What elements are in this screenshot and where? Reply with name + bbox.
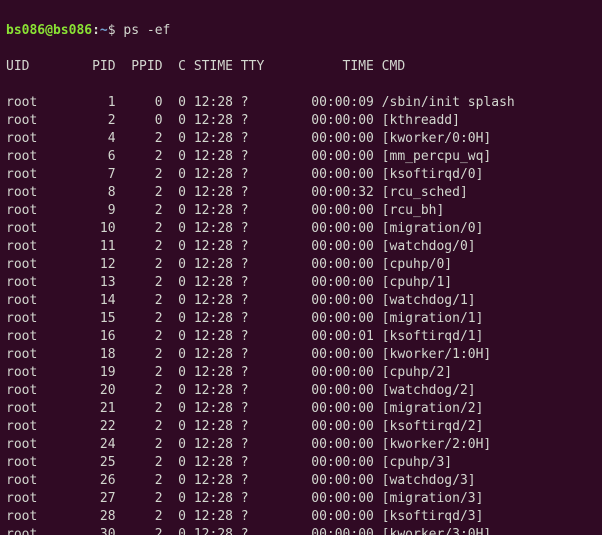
prompt-path: ~ [100, 23, 108, 38]
ps-row: root 2 0 0 12:28 ? 00:00:00 [kthreadd] [6, 112, 596, 130]
ps-row: root 6 2 0 12:28 ? 00:00:00 [mm_percpu_w… [6, 148, 596, 166]
ps-row: root 1 0 0 12:28 ? 00:00:09 /sbin/init s… [6, 94, 596, 112]
ps-row: root 11 2 0 12:28 ? 00:00:00 [watchdog/0… [6, 238, 596, 256]
prompt-separator: : [92, 23, 100, 38]
ps-row: root 18 2 0 12:28 ? 00:00:00 [kworker/1:… [6, 346, 596, 364]
ps-row: root 8 2 0 12:28 ? 00:00:32 [rcu_sched] [6, 184, 596, 202]
ps-row: root 13 2 0 12:28 ? 00:00:00 [cpuhp/1] [6, 274, 596, 292]
ps-row: root 12 2 0 12:28 ? 00:00:00 [cpuhp/0] [6, 256, 596, 274]
ps-row: root 9 2 0 12:28 ? 00:00:00 [rcu_bh] [6, 202, 596, 220]
ps-row: root 20 2 0 12:28 ? 00:00:00 [watchdog/2… [6, 382, 596, 400]
ps-row: root 25 2 0 12:28 ? 00:00:00 [cpuhp/3] [6, 454, 596, 472]
ps-row: root 24 2 0 12:28 ? 00:00:00 [kworker/2:… [6, 436, 596, 454]
ps-row: root 30 2 0 12:28 ? 00:00:00 [kworker/3:… [6, 526, 596, 535]
ps-output: root 1 0 0 12:28 ? 00:00:09 /sbin/init s… [6, 94, 596, 535]
ps-row: root 4 2 0 12:28 ? 00:00:00 [kworker/0:0… [6, 130, 596, 148]
ps-row: root 26 2 0 12:28 ? 00:00:00 [watchdog/3… [6, 472, 596, 490]
prompt-symbol: $ [108, 23, 116, 38]
typed-command: ps -ef [123, 23, 170, 38]
prompt-line: bs086@bs086:~$ ps -ef [6, 22, 596, 40]
terminal[interactable]: bs086@bs086:~$ ps -ef UID PID PPID C STI… [0, 0, 602, 535]
ps-row: root 10 2 0 12:28 ? 00:00:00 [migration/… [6, 220, 596, 238]
prompt-user-host: bs086@bs086 [6, 23, 92, 38]
ps-row: root 28 2 0 12:28 ? 00:00:00 [ksoftirqd/… [6, 508, 596, 526]
ps-row: root 19 2 0 12:28 ? 00:00:00 [cpuhp/2] [6, 364, 596, 382]
ps-row: root 15 2 0 12:28 ? 00:00:00 [migration/… [6, 310, 596, 328]
ps-row: root 7 2 0 12:28 ? 00:00:00 [ksoftirqd/0… [6, 166, 596, 184]
ps-row: root 14 2 0 12:28 ? 00:00:00 [watchdog/1… [6, 292, 596, 310]
ps-row: root 27 2 0 12:28 ? 00:00:00 [migration/… [6, 490, 596, 508]
ps-header-row: UID PID PPID C STIME TTY TIME CMD [6, 58, 596, 76]
ps-row: root 22 2 0 12:28 ? 00:00:00 [ksoftirqd/… [6, 418, 596, 436]
ps-row: root 21 2 0 12:28 ? 00:00:00 [migration/… [6, 400, 596, 418]
ps-row: root 16 2 0 12:28 ? 00:00:01 [ksoftirqd/… [6, 328, 596, 346]
